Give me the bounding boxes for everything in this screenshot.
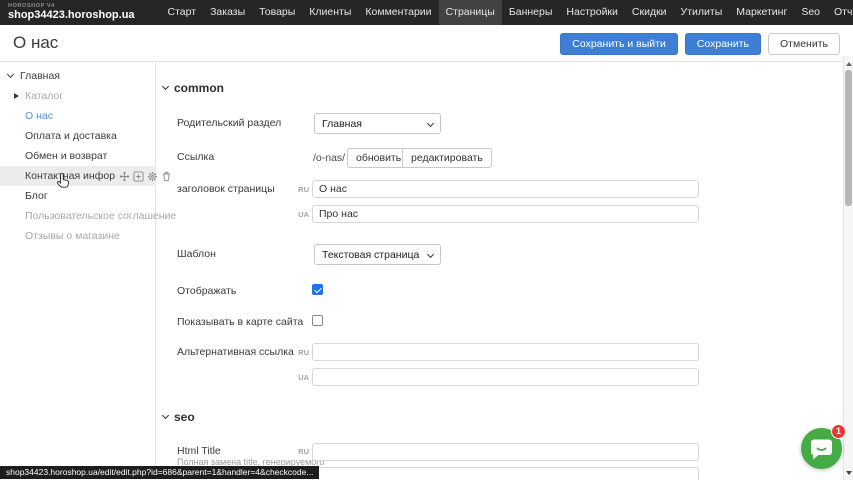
page-title-label: заголовок страницы <box>177 183 275 195</box>
lang-tag-ua: UA <box>295 210 309 219</box>
top-navbar: HOROSHOP V4 shop34423.horoshop.ua Старт … <box>0 0 853 25</box>
parent-section-label: Родительский раздел <box>177 117 281 129</box>
scrollbar-thumb[interactable] <box>845 70 852 206</box>
tree-item-payment-delivery[interactable]: Оплата и доставка <box>0 126 155 146</box>
template-select[interactable]: Текстовая страница <box>314 244 441 265</box>
chevron-down-icon <box>162 412 169 419</box>
cancel-button[interactable]: Отменить <box>768 33 840 55</box>
page-title: О нас <box>13 33 58 53</box>
link-path-value: /o-nas/ <box>313 148 345 168</box>
tree-item-label: Пользовательское соглашение <box>25 210 176 222</box>
tree-item-about[interactable]: О нас <box>0 106 155 126</box>
tree-item-catalog[interactable]: Каталог <box>0 86 155 106</box>
brand-logo[interactable]: HOROSHOP V4 shop34423.horoshop.ua <box>8 4 135 22</box>
menu-item-comments[interactable]: Комментарии <box>358 0 438 25</box>
save-button[interactable]: Сохранить <box>685 33 761 55</box>
template-label: Шаблон <box>177 248 216 260</box>
chevron-down-icon <box>162 83 169 90</box>
header-actions: Сохранить и выйти Сохранить Отменить <box>560 33 840 55</box>
tree-item-blog[interactable]: Блог <box>0 186 155 206</box>
menu-item-start[interactable]: Старт <box>161 0 204 25</box>
chevron-down-icon[interactable] <box>7 71 14 78</box>
sitemap-label: Показывать в карте сайта <box>177 316 303 328</box>
pages-tree-sidebar: Главная Каталог О нас Оплата и доставка … <box>0 62 156 480</box>
section-title: seo <box>174 410 195 424</box>
admin-screen: HOROSHOP V4 shop34423.horoshop.ua Старт … <box>0 0 853 480</box>
html-title-ua-input[interactable] <box>312 467 699 480</box>
brand-domain: shop34423.horoshop.ua <box>8 10 135 21</box>
tree-item-label: Обмен и возврат <box>25 150 107 162</box>
add-icon[interactable] <box>133 171 144 182</box>
page-title-ru-input[interactable] <box>312 180 699 198</box>
section-seo-header[interactable]: seo <box>163 410 195 424</box>
menu-item-marketing[interactable]: Маркетинг <box>729 0 794 25</box>
edit-form: common Родительский раздел Главная Ссылк… <box>157 61 843 480</box>
menu-item-banners[interactable]: Баннеры <box>502 0 560 25</box>
tree-item-user-agreement[interactable]: Пользовательское соглашение <box>0 206 155 226</box>
tree-item-label: Блог <box>25 190 48 202</box>
chevron-down-icon <box>427 251 434 258</box>
move-icon[interactable] <box>119 171 130 182</box>
menu-item-settings[interactable]: Настройки <box>559 0 625 25</box>
tree-item-store-reviews[interactable]: Отзывы о магазине <box>0 226 155 246</box>
main-menu: Старт Заказы Товары Клиенты Комментарии … <box>161 0 853 25</box>
lang-tag-ru: RU <box>295 447 309 456</box>
link-label: Ссылка <box>177 151 214 163</box>
section-common-header[interactable]: common <box>163 81 224 95</box>
link-edit-button[interactable]: редактировать <box>402 148 492 168</box>
tree-item-label: Отзывы о магазине <box>25 230 120 242</box>
vertical-scrollbar[interactable] <box>843 56 853 480</box>
lang-tag-ua: UA <box>295 373 309 382</box>
menu-item-seo[interactable]: Seo <box>794 0 827 25</box>
display-label: Отображать <box>177 285 236 297</box>
tree-item-label: Контактная инфор <box>25 170 115 182</box>
tree-item-home[interactable]: Главная <box>0 66 155 86</box>
menu-item-discounts[interactable]: Скидки <box>625 0 674 25</box>
menu-item-utilities[interactable]: Утилиты <box>674 0 730 25</box>
section-title: common <box>174 81 224 95</box>
alt-link-label: Альтернативная ссылка <box>177 346 294 358</box>
tree-item-label: Главная <box>20 70 60 82</box>
lang-tag-ru: RU <box>295 348 309 357</box>
menu-item-pages[interactable]: Страницы <box>439 0 502 25</box>
tree-item-exchange-return[interactable]: Обмен и возврат <box>0 146 155 166</box>
alt-link-ua-input[interactable] <box>312 368 699 386</box>
select-value: Главная <box>322 118 362 130</box>
tree-item-label: О нас <box>25 110 53 122</box>
chevron-down-icon <box>427 120 434 127</box>
parent-section-select[interactable]: Главная <box>314 113 441 134</box>
sitemap-checkbox[interactable] <box>312 315 323 326</box>
scroll-up-arrow-icon[interactable] <box>846 62 852 66</box>
tree-item-label: Оплата и доставка <box>25 130 117 142</box>
menu-item-orders[interactable]: Заказы <box>203 0 252 25</box>
page-title-ua-input[interactable] <box>312 205 699 223</box>
status-url-tooltip: shop34423.horoshop.ua/edit/edit.php?id=6… <box>0 466 319 479</box>
save-and-exit-button[interactable]: Сохранить и выйти <box>560 33 678 55</box>
tree-item-label: Каталог <box>25 90 63 102</box>
menu-item-clients[interactable]: Клиенты <box>302 0 358 25</box>
chat-unread-badge[interactable]: 1 <box>831 424 846 439</box>
tree-item-contact-info[interactable]: Контактная инфор <box>0 166 155 186</box>
display-checkbox[interactable] <box>312 284 323 295</box>
scroll-down-arrow-icon[interactable] <box>846 471 852 475</box>
alt-link-ru-input[interactable] <box>312 343 699 361</box>
html-title-ru-input[interactable] <box>312 443 699 461</box>
chevron-right-icon[interactable] <box>14 93 19 99</box>
menu-item-reports[interactable]: Отчеты <box>827 0 853 25</box>
select-value: Текстовая страница <box>322 249 419 261</box>
html-title-label: Html Title <box>177 445 221 457</box>
menu-item-products[interactable]: Товары <box>252 0 302 25</box>
link-refresh-button[interactable]: обновить <box>347 148 410 168</box>
lang-tag-ru: RU <box>295 185 309 194</box>
